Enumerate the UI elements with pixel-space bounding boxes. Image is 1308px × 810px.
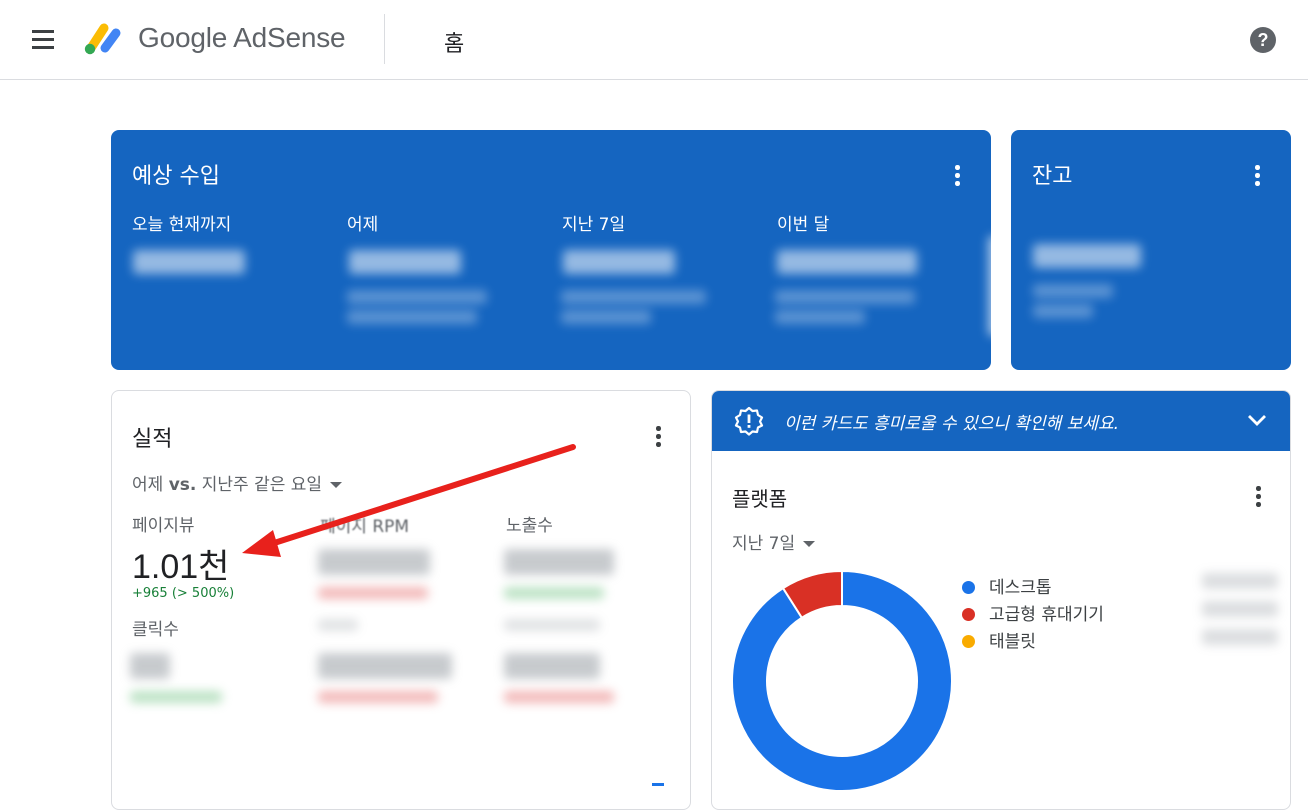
menu-icon[interactable] [28, 26, 58, 54]
clicks-label: 클릭수 [132, 620, 179, 640]
comparison-vs: vs. [168, 475, 197, 495]
redacted-value [504, 619, 600, 631]
estimated-earnings-title: 예상 수입 [132, 164, 220, 189]
more-options-icon[interactable] [1248, 485, 1268, 509]
redacted-value [318, 619, 358, 631]
legend-high-end-mobile: 고급형 휴대기기 [962, 600, 1104, 625]
earnings-last7-label: 지난 7일 [562, 215, 626, 235]
pageviews-change: +965 (> 500%) [132, 586, 235, 601]
platform-range: 지난 7일 [732, 534, 796, 554]
redacted-value [318, 691, 438, 703]
legend-label: 태블릿 [989, 632, 1036, 652]
comparison-prefix: 어제 [132, 475, 164, 495]
more-options-icon[interactable] [947, 164, 967, 188]
redacted-value [318, 549, 430, 575]
redacted-value [775, 290, 915, 304]
performance-card: 실적 어제 vs. 지난주 같은 요일 페이지뷰 1.01천 +965 (> 5… [111, 390, 691, 810]
pageviews-value: 1.01천 [132, 548, 230, 586]
balance-title: 잔고 [1032, 164, 1073, 189]
redacted-value [1033, 304, 1093, 318]
comparison-suffix: 지난주 같은 요일 [201, 475, 323, 495]
redacted-value [130, 691, 222, 703]
redacted-value [347, 290, 487, 304]
redacted-value [561, 290, 706, 304]
chevron-down-icon[interactable] [1246, 409, 1268, 431]
legend-dot-tablet [962, 635, 975, 648]
redacted-value [133, 250, 245, 274]
redacted-value [561, 310, 651, 324]
pageviews-label: 페이지뷰 [132, 516, 195, 536]
legend-tablet: 태블릿 [962, 627, 1036, 652]
recommendation-text: 이런 카드도 흥미로울 수 있으니 확인해 보세요. [784, 414, 1119, 434]
legend-desktop: 데스크톱 [962, 573, 1052, 598]
redacted-value [130, 653, 170, 679]
redacted-value [504, 549, 614, 575]
redacted-value [349, 250, 461, 274]
legend-label: 고급형 휴대기기 [989, 605, 1104, 625]
caret-down-icon [803, 541, 816, 547]
help-icon[interactable]: ? [1250, 27, 1276, 53]
earnings-today-label: 오늘 현재까지 [132, 215, 232, 235]
more-options-icon[interactable] [648, 425, 668, 449]
redacted-value [1202, 573, 1278, 589]
redacted-value [1033, 284, 1113, 298]
redacted-value [775, 310, 865, 324]
legend-label: 데스크톱 [989, 578, 1052, 598]
earnings-yesterday-label: 어제 [347, 215, 379, 235]
impressions-label: 노출수 [506, 516, 553, 536]
brand-name: Google AdSense [138, 22, 346, 53]
estimated-earnings-card: 예상 수입 오늘 현재까지 어제 지난 7일 이번 달 [111, 130, 991, 370]
legend-dot-mobile [962, 608, 975, 621]
top-app-bar: Google AdSense 홈 ? [0, 0, 1308, 80]
page-title: 홈 [444, 32, 465, 57]
platform-card: 이런 카드도 흥미로울 수 있으니 확인해 보세요. 플랫폼 지난 7일 데스크… [711, 390, 1291, 810]
redacted-value [318, 653, 452, 679]
caret-down-icon [330, 482, 343, 488]
redacted-value [1202, 629, 1278, 645]
page-rpm-label: 페이지 RPM [320, 517, 410, 537]
balance-card: 잔고 [1011, 130, 1291, 370]
recommendation-banner[interactable]: 이런 카드도 흥미로울 수 있으니 확인해 보세요. [712, 391, 1290, 451]
redacted-value [1202, 601, 1278, 617]
redacted-value [318, 587, 428, 599]
redacted-value [777, 250, 917, 274]
redacted-value [563, 250, 675, 274]
comparison-dropdown[interactable]: 어제 vs. 지난주 같은 요일 [132, 470, 343, 495]
redacted-value [504, 653, 600, 679]
platform-range-dropdown[interactable]: 지난 7일 [732, 529, 816, 554]
earnings-month-label: 이번 달 [777, 215, 830, 235]
redacted-value [1033, 244, 1141, 268]
performance-title: 실적 [132, 427, 173, 452]
adsense-logo-icon [84, 23, 121, 55]
alert-badge-icon [734, 406, 764, 436]
platform-donut-chart [731, 569, 953, 792]
legend-dot-desktop [962, 581, 975, 594]
redacted-value [504, 587, 604, 599]
platform-title: 플랫폼 [732, 487, 788, 511]
redacted-value [504, 691, 614, 703]
redacted-value [347, 310, 477, 324]
header-divider [384, 14, 385, 64]
more-options-icon[interactable] [1247, 164, 1267, 188]
